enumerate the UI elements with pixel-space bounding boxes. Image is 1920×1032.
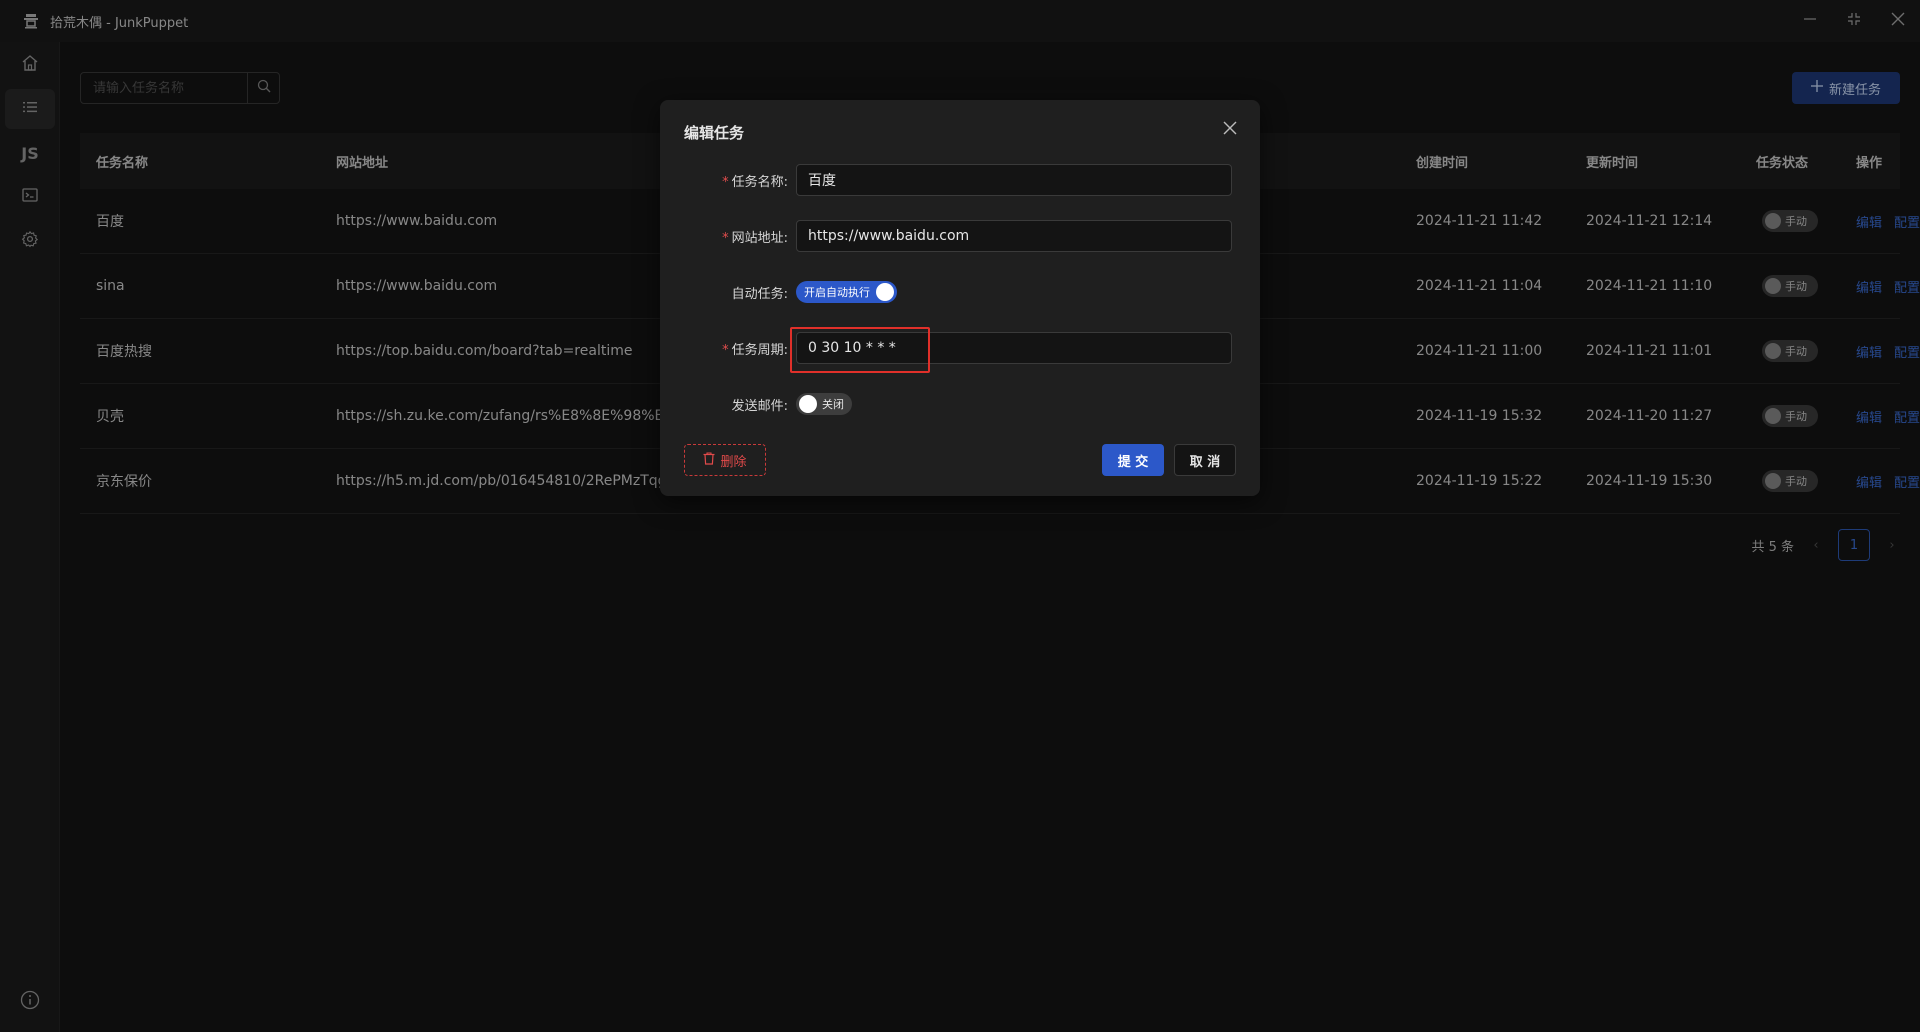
field-label: * 任务名称: [684,171,796,190]
delete-button[interactable]: 删除 [684,444,766,476]
cron-label: 任务周期 [731,342,784,358]
form-row-url: * 网站地址: [684,220,1236,252]
form-row-auto: 自动任务: 开启自动执行 [684,276,1236,308]
form-row-name: * 任务名称: [684,164,1236,196]
task-name-input[interactable] [796,164,1232,196]
auto-task-switch[interactable]: 开启自动执行 [796,281,897,303]
cron-input[interactable] [796,332,1232,364]
edit-task-dialog: 编辑任务 *任务名称: *网站地址: 自动任务: 开启自动执行 *任务周期: 发… [660,100,1260,496]
website-url-input[interactable] [796,220,1232,252]
field-label: 发送邮件: [684,395,796,414]
form-row-mail: 发送邮件: 关闭 [684,388,1236,420]
field-label: * 任务周期: [684,339,796,358]
label-colon: : [783,230,788,246]
url-label: 网站地址 [731,230,784,246]
dialog-close-button[interactable] [1218,118,1242,142]
label-colon: : [783,174,788,190]
label-colon: : [783,398,788,414]
send-mail-switch[interactable]: 关闭 [796,393,852,415]
field-label: 自动任务: [684,283,796,302]
form-row-cron: * 任务周期: [684,332,1236,364]
toggle-knob [876,283,894,301]
cancel-button[interactable]: 取 消 [1174,444,1236,476]
required-mark: * [722,342,729,358]
label-colon: : [783,342,788,358]
field-label: * 网站地址: [684,227,796,246]
close-icon [1223,121,1237,139]
toggle-knob [799,395,817,413]
label-colon: : [783,286,788,302]
auto-label: 自动任务 [731,286,784,302]
required-mark: * [722,230,729,246]
auto-switch-text: 开启自动执行 [804,286,870,299]
submit-button[interactable]: 提 交 [1102,444,1164,476]
name-label: 任务名称 [731,174,784,190]
dialog-title: 编辑任务 [684,124,745,142]
delete-label: 删除 [720,454,747,470]
mail-switch-text: 关闭 [822,398,844,411]
required-mark: * [722,174,729,190]
mail-label: 发送邮件 [731,398,784,414]
trash-icon [703,451,715,469]
